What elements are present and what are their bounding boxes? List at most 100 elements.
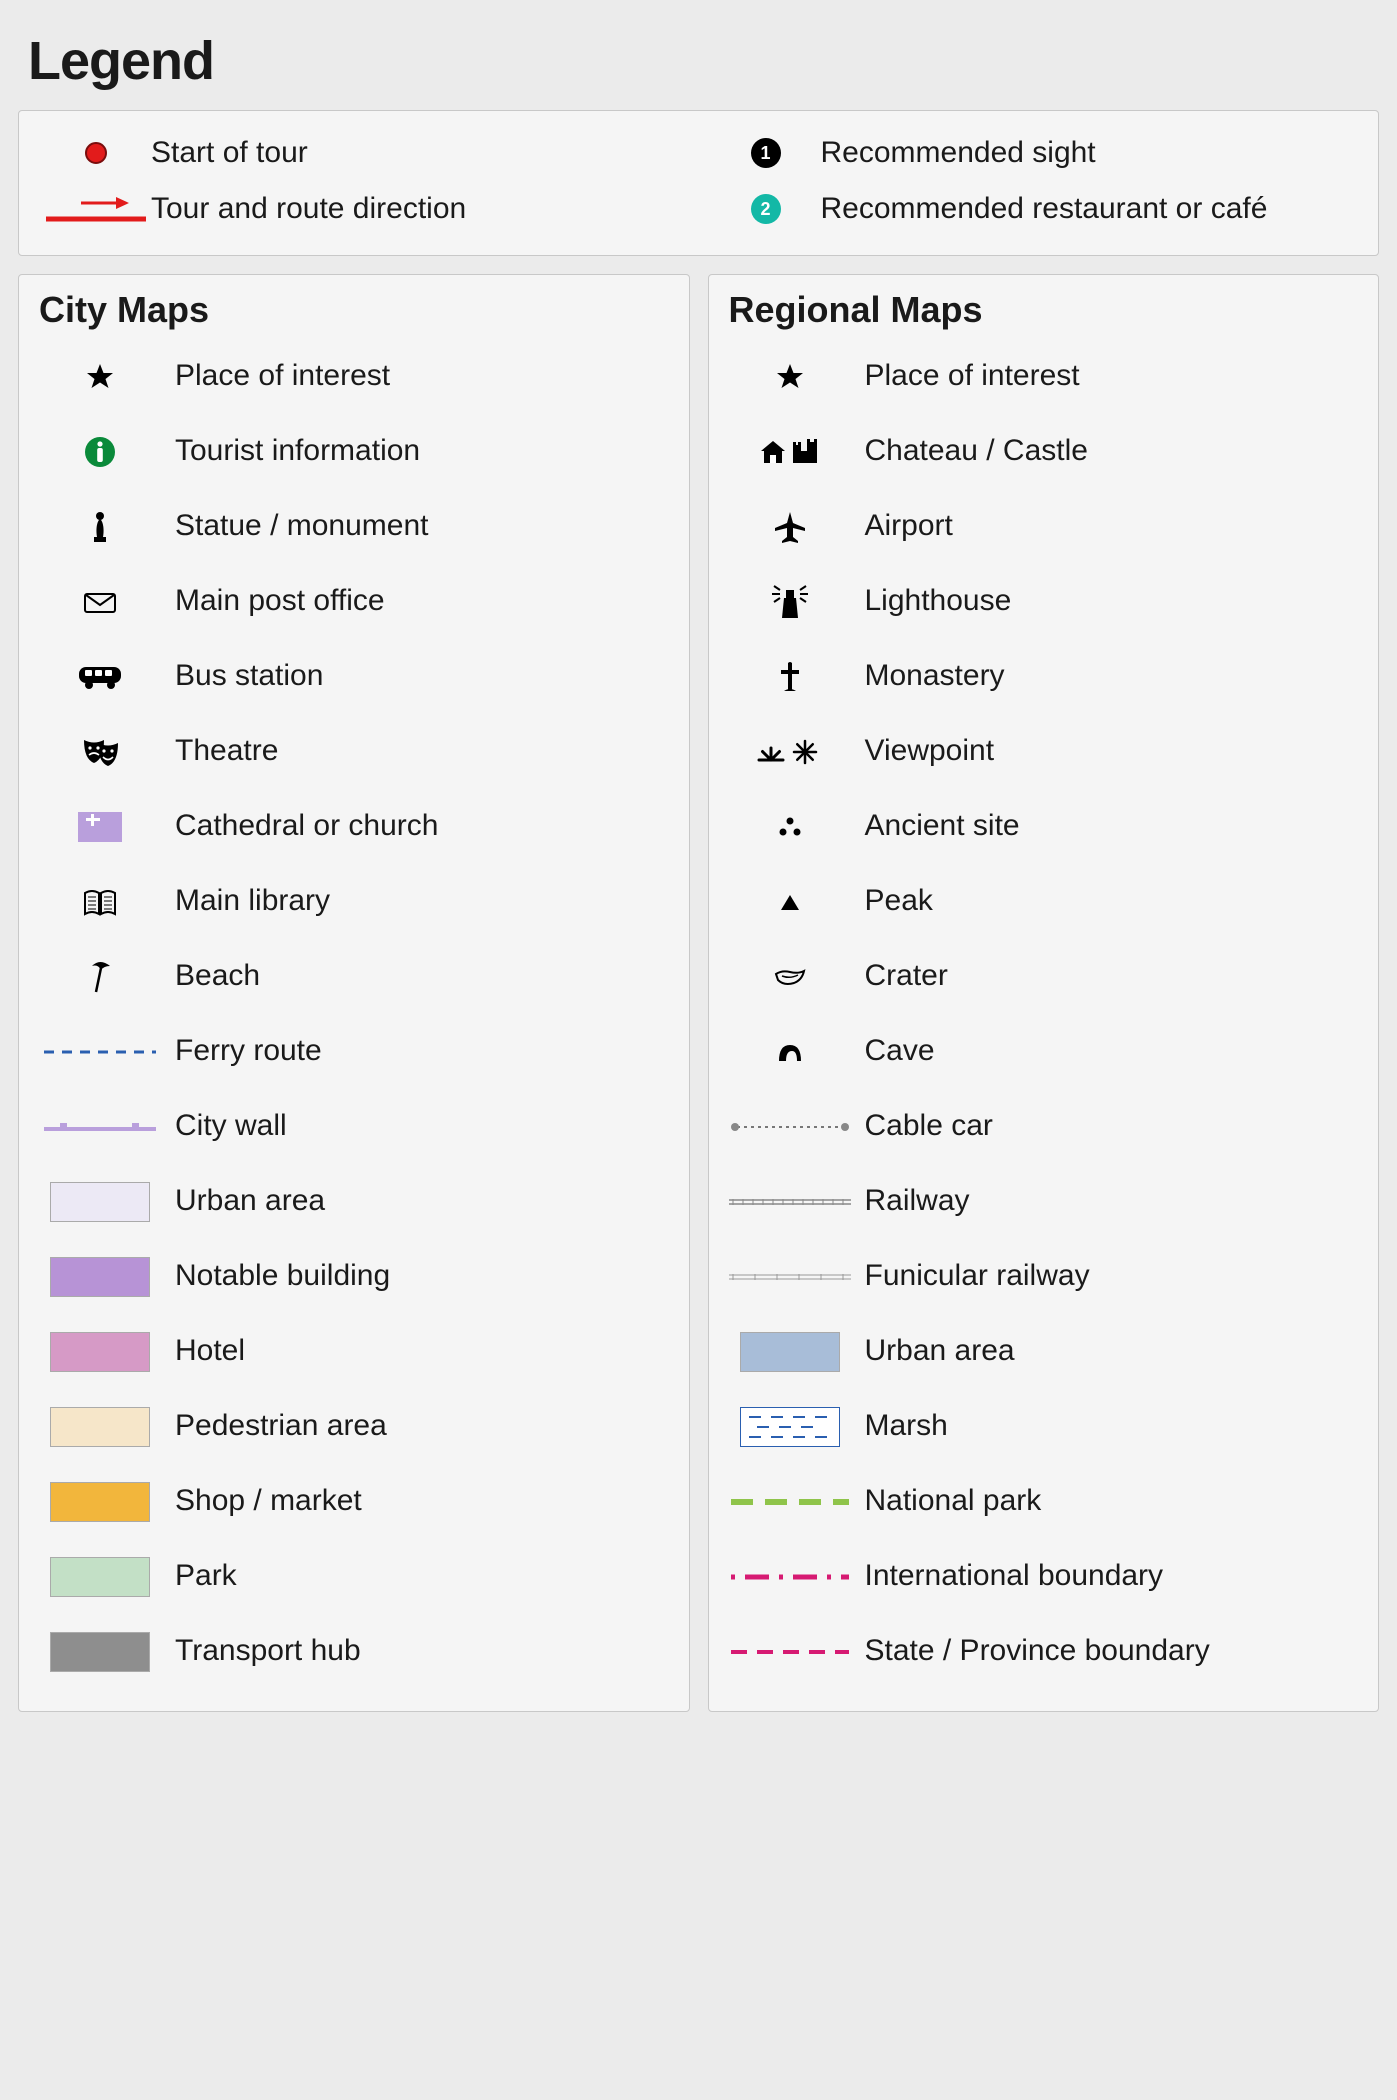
legend-label: Tour and route direction xyxy=(151,192,687,227)
railway-line-icon xyxy=(715,1173,865,1231)
legend-row: Place of interest xyxy=(715,339,1373,414)
legend-row: 2Recommended restaurant or café xyxy=(711,181,1357,237)
regional-maps-panel: Regional Maps Place of interest Chateau /… xyxy=(708,274,1380,1712)
cave-icon xyxy=(715,1023,865,1081)
bus-icon xyxy=(25,648,175,706)
legend-row: Bus station xyxy=(25,639,683,714)
legend-row: Place of interest xyxy=(25,339,683,414)
legend-label: Main library xyxy=(175,884,683,919)
legend-row: Marsh xyxy=(715,1389,1373,1464)
legend-label: Beach xyxy=(175,959,683,994)
legend-label: Bus station xyxy=(175,659,683,694)
legend-label: Park xyxy=(175,1559,683,1594)
tourist-info-icon xyxy=(25,423,175,481)
legend-row: International boundary xyxy=(715,1539,1373,1614)
marsh-swatch-icon xyxy=(715,1398,865,1456)
legend-row: Cathedral or church xyxy=(25,789,683,864)
airport-icon xyxy=(715,498,865,556)
top-right-column: 1Recommended sight2Recommended restauran… xyxy=(711,125,1357,237)
legend-label: Hotel xyxy=(175,1334,683,1369)
statue-icon xyxy=(25,498,175,556)
legend-row: Pedestrian area xyxy=(25,1389,683,1464)
legend-row: Crater xyxy=(715,939,1373,1014)
legend-label: International boundary xyxy=(865,1559,1373,1594)
state-boundary-line-icon xyxy=(715,1623,865,1681)
viewpoint-icon xyxy=(715,723,865,781)
legend-row: Funicular railway xyxy=(715,1239,1373,1314)
legend-label: National park xyxy=(865,1484,1373,1519)
castle-icon xyxy=(715,423,865,481)
legend-row: Viewpoint xyxy=(715,714,1373,789)
legend-label: Crater xyxy=(865,959,1373,994)
legend-label: Place of interest xyxy=(865,359,1373,394)
legend-row: Peak xyxy=(715,864,1373,939)
legend-row: Shop / market xyxy=(25,1464,683,1539)
legend-label: Cable car xyxy=(865,1109,1373,1144)
legend-row: Main library xyxy=(25,864,683,939)
cable-car-line-icon xyxy=(715,1098,865,1156)
legend-row: Cave xyxy=(715,1014,1373,1089)
ancient-site-icon xyxy=(715,798,865,856)
legend-row: City wall xyxy=(25,1089,683,1164)
legend-label: Railway xyxy=(865,1184,1373,1219)
legend-row: Railway xyxy=(715,1164,1373,1239)
numbered-badge-black-icon: 1 xyxy=(711,131,821,175)
legend-row: Statue / monument xyxy=(25,489,683,564)
legend-label: Viewpoint xyxy=(865,734,1373,769)
theatre-icon xyxy=(25,723,175,781)
funicular-line-icon xyxy=(715,1248,865,1306)
legend-row: National park xyxy=(715,1464,1373,1539)
columns-wrap: City Maps Place of interest Tourist infor… xyxy=(18,274,1379,1712)
lighthouse-icon xyxy=(715,573,865,631)
library-icon xyxy=(25,873,175,931)
regional-maps-heading: Regional Maps xyxy=(715,289,1373,331)
color-swatch-icon xyxy=(25,1398,175,1456)
color-swatch-icon xyxy=(715,1323,865,1381)
legend-row: Beach xyxy=(25,939,683,1014)
color-swatch-icon xyxy=(25,1473,175,1531)
city-maps-heading: City Maps xyxy=(25,289,683,331)
page-title: Legend xyxy=(18,30,1379,92)
color-swatch-icon xyxy=(25,1548,175,1606)
color-swatch-icon xyxy=(25,1248,175,1306)
legend-label: Transport hub xyxy=(175,1634,683,1669)
legend-row: Start of tour xyxy=(41,125,687,181)
color-swatch-icon xyxy=(25,1623,175,1681)
legend-label: Ancient site xyxy=(865,809,1373,844)
legend-label: Urban area xyxy=(865,1334,1373,1369)
legend-row: Notable building xyxy=(25,1239,683,1314)
city-wall-line-icon xyxy=(25,1098,175,1156)
legend-label: Cave xyxy=(865,1034,1373,1069)
legend-label: Place of interest xyxy=(175,359,683,394)
route-arrow-icon xyxy=(41,187,151,231)
legend-row: Monastery xyxy=(715,639,1373,714)
post-office-icon xyxy=(25,573,175,631)
color-swatch-icon xyxy=(25,1323,175,1381)
legend-row: Ferry route xyxy=(25,1014,683,1089)
legend-row: Airport xyxy=(715,489,1373,564)
legend-label: Ferry route xyxy=(175,1034,683,1069)
church-icon xyxy=(25,798,175,856)
legend-label: City wall xyxy=(175,1109,683,1144)
legend-row: Tourist information xyxy=(25,414,683,489)
legend-row: Theatre xyxy=(25,714,683,789)
regional-maps-entries: Place of interest Chateau / Castle Airport… xyxy=(715,339,1373,1689)
legend-label: Airport xyxy=(865,509,1373,544)
numbered-badge-teal-icon: 2 xyxy=(711,187,821,231)
monastery-icon xyxy=(715,648,865,706)
legend-label: Funicular railway xyxy=(865,1259,1373,1294)
legend-label: Theatre xyxy=(175,734,683,769)
start-dot-icon xyxy=(41,131,151,175)
legend-row: Transport hub xyxy=(25,1614,683,1689)
legend-label: Tourist information xyxy=(175,434,683,469)
star-icon xyxy=(715,348,865,406)
legend-row: Tour and route direction xyxy=(41,181,687,237)
legend-row: Hotel xyxy=(25,1314,683,1389)
legend-label: Chateau / Castle xyxy=(865,434,1373,469)
legend-label: Statue / monument xyxy=(175,509,683,544)
legend-label: Recommended sight xyxy=(821,136,1357,171)
legend-row: 1Recommended sight xyxy=(711,125,1357,181)
ferry-line-icon xyxy=(25,1023,175,1081)
color-swatch-icon xyxy=(25,1173,175,1231)
legend-label: Urban area xyxy=(175,1184,683,1219)
